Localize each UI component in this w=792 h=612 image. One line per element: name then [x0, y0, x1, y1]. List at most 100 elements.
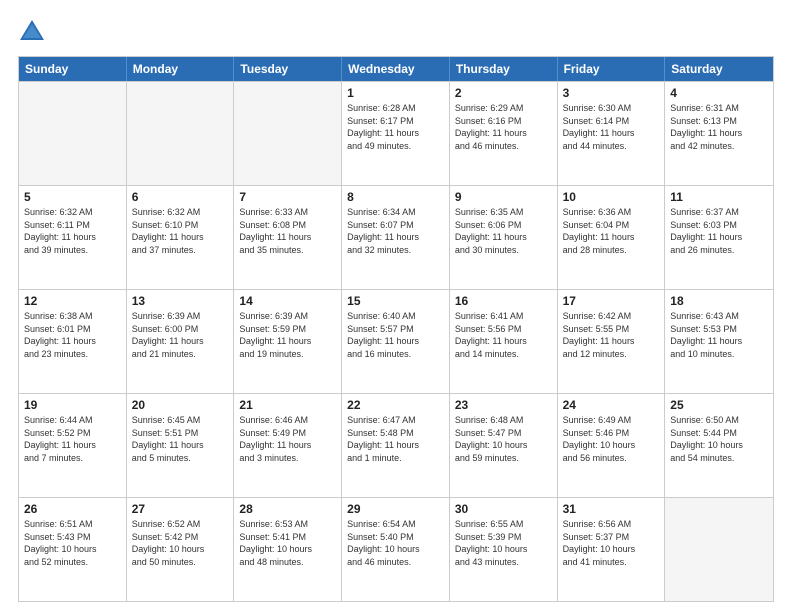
calendar-cell-28: 28Sunrise: 6:53 AMSunset: 5:41 PMDayligh… — [234, 498, 342, 601]
cell-line: Sunrise: 6:29 AM — [455, 102, 552, 115]
weekday-header-wednesday: Wednesday — [342, 57, 450, 81]
cell-line: and 54 minutes. — [670, 452, 768, 465]
calendar-cell-16: 16Sunrise: 6:41 AMSunset: 5:56 PMDayligh… — [450, 290, 558, 393]
cell-line: Sunset: 5:51 PM — [132, 427, 229, 440]
calendar-cell-2: 2Sunrise: 6:29 AMSunset: 6:16 PMDaylight… — [450, 82, 558, 185]
day-number: 3 — [563, 86, 660, 100]
cell-line: and 46 minutes. — [455, 140, 552, 153]
cell-line: Sunset: 5:46 PM — [563, 427, 660, 440]
cell-line: and 50 minutes. — [132, 556, 229, 569]
calendar-cell-22: 22Sunrise: 6:47 AMSunset: 5:48 PMDayligh… — [342, 394, 450, 497]
cell-line: Daylight: 11 hours — [239, 335, 336, 348]
day-number: 19 — [24, 398, 121, 412]
day-number: 28 — [239, 502, 336, 516]
calendar-row-4: 19Sunrise: 6:44 AMSunset: 5:52 PMDayligh… — [19, 393, 773, 497]
calendar-cell-5: 5Sunrise: 6:32 AMSunset: 6:11 PMDaylight… — [19, 186, 127, 289]
day-number: 23 — [455, 398, 552, 412]
calendar-body: 1Sunrise: 6:28 AMSunset: 6:17 PMDaylight… — [19, 81, 773, 601]
logo-icon — [18, 18, 46, 46]
cell-line: Sunset: 5:53 PM — [670, 323, 768, 336]
cell-line: Daylight: 11 hours — [239, 231, 336, 244]
day-number: 9 — [455, 190, 552, 204]
cell-line: Sunset: 6:03 PM — [670, 219, 768, 232]
cell-line: and 19 minutes. — [239, 348, 336, 361]
cell-line: Sunset: 5:55 PM — [563, 323, 660, 336]
calendar-cell-7: 7Sunrise: 6:33 AMSunset: 6:08 PMDaylight… — [234, 186, 342, 289]
cell-line: Sunrise: 6:41 AM — [455, 310, 552, 323]
cell-line: and 1 minute. — [347, 452, 444, 465]
calendar-cell-12: 12Sunrise: 6:38 AMSunset: 6:01 PMDayligh… — [19, 290, 127, 393]
calendar-row-2: 5Sunrise: 6:32 AMSunset: 6:11 PMDaylight… — [19, 185, 773, 289]
cell-line: Sunrise: 6:54 AM — [347, 518, 444, 531]
cell-line: and 39 minutes. — [24, 244, 121, 257]
day-number: 6 — [132, 190, 229, 204]
cell-line: Sunset: 5:49 PM — [239, 427, 336, 440]
calendar-cell-empty-0-1 — [127, 82, 235, 185]
cell-line: and 41 minutes. — [563, 556, 660, 569]
weekday-header-thursday: Thursday — [450, 57, 558, 81]
day-number: 16 — [455, 294, 552, 308]
cell-line: Sunrise: 6:32 AM — [24, 206, 121, 219]
cell-line: Sunset: 5:52 PM — [24, 427, 121, 440]
weekday-header-friday: Friday — [558, 57, 666, 81]
cell-line: Sunrise: 6:36 AM — [563, 206, 660, 219]
day-number: 8 — [347, 190, 444, 204]
cell-line: Sunrise: 6:40 AM — [347, 310, 444, 323]
cell-line: Sunrise: 6:48 AM — [455, 414, 552, 427]
calendar-cell-3: 3Sunrise: 6:30 AMSunset: 6:14 PMDaylight… — [558, 82, 666, 185]
cell-line: Sunset: 6:00 PM — [132, 323, 229, 336]
cell-line: Sunrise: 6:43 AM — [670, 310, 768, 323]
cell-line: Daylight: 11 hours — [670, 127, 768, 140]
day-number: 21 — [239, 398, 336, 412]
cell-line: Sunset: 5:48 PM — [347, 427, 444, 440]
cell-line: and 7 minutes. — [24, 452, 121, 465]
calendar-cell-4: 4Sunrise: 6:31 AMSunset: 6:13 PMDaylight… — [665, 82, 773, 185]
calendar-cell-26: 26Sunrise: 6:51 AMSunset: 5:43 PMDayligh… — [19, 498, 127, 601]
day-number: 4 — [670, 86, 768, 100]
cell-line: Sunrise: 6:56 AM — [563, 518, 660, 531]
cell-line: Daylight: 10 hours — [239, 543, 336, 556]
cell-line: and 44 minutes. — [563, 140, 660, 153]
cell-line: and 21 minutes. — [132, 348, 229, 361]
cell-line: and 52 minutes. — [24, 556, 121, 569]
day-number: 24 — [563, 398, 660, 412]
day-number: 20 — [132, 398, 229, 412]
cell-line: Sunset: 6:04 PM — [563, 219, 660, 232]
day-number: 7 — [239, 190, 336, 204]
cell-line: Sunrise: 6:51 AM — [24, 518, 121, 531]
cell-line: Sunset: 6:11 PM — [24, 219, 121, 232]
cell-line: Daylight: 11 hours — [455, 335, 552, 348]
day-number: 2 — [455, 86, 552, 100]
cell-line: Sunrise: 6:33 AM — [239, 206, 336, 219]
cell-line: Daylight: 10 hours — [563, 439, 660, 452]
cell-line: Sunset: 5:42 PM — [132, 531, 229, 544]
cell-line: Sunset: 6:17 PM — [347, 115, 444, 128]
calendar-cell-13: 13Sunrise: 6:39 AMSunset: 6:00 PMDayligh… — [127, 290, 235, 393]
calendar-cell-25: 25Sunrise: 6:50 AMSunset: 5:44 PMDayligh… — [665, 394, 773, 497]
calendar-cell-20: 20 Sunrise: 6:45 AMSunset: 5:51 PMDayligh… — [127, 394, 235, 497]
cell-line: and 23 minutes. — [24, 348, 121, 361]
calendar-cell-14: 14Sunrise: 6:39 AMSunset: 5:59 PMDayligh… — [234, 290, 342, 393]
cell-line: Sunrise: 6:50 AM — [670, 414, 768, 427]
cell-line: Daylight: 10 hours — [670, 439, 768, 452]
calendar-row-1: 1Sunrise: 6:28 AMSunset: 6:17 PMDaylight… — [19, 81, 773, 185]
calendar: SundayMondayTuesdayWednesdayThursdayFrid… — [18, 56, 774, 602]
cell-line: and 16 minutes. — [347, 348, 444, 361]
calendar-cell-29: 29Sunrise: 6:54 AMSunset: 5:40 PMDayligh… — [342, 498, 450, 601]
logo — [18, 18, 50, 46]
cell-line: Sunset: 5:59 PM — [239, 323, 336, 336]
cell-line: Sunrise: 6:45 AM — [132, 414, 229, 427]
cell-line: Sunrise: 6:31 AM — [670, 102, 768, 115]
day-number: 5 — [24, 190, 121, 204]
day-number: 15 — [347, 294, 444, 308]
cell-line: Sunset: 6:06 PM — [455, 219, 552, 232]
day-number: 12 — [24, 294, 121, 308]
day-number: 1 — [347, 86, 444, 100]
cell-line: and 49 minutes. — [347, 140, 444, 153]
cell-line: Daylight: 11 hours — [132, 439, 229, 452]
calendar-cell-19: 19Sunrise: 6:44 AMSunset: 5:52 PMDayligh… — [19, 394, 127, 497]
cell-line: Sunrise: 6:32 AM — [132, 206, 229, 219]
cell-line: Sunrise: 6:55 AM — [455, 518, 552, 531]
cell-line: Daylight: 11 hours — [563, 127, 660, 140]
cell-line: and 46 minutes. — [347, 556, 444, 569]
